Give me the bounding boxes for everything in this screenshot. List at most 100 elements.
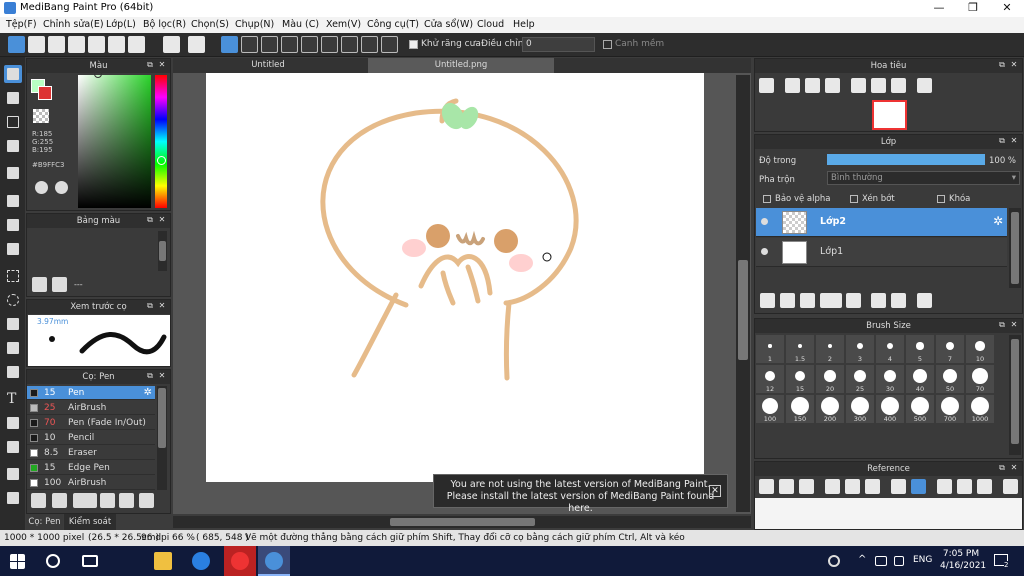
antialias-checkbox[interactable] [409,40,418,49]
float-icon[interactable]: ⧉ [998,321,1006,329]
magic-wand-icon[interactable] [4,315,22,333]
windows-start-icon[interactable] [10,554,25,569]
lock-checkbox[interactable] [937,195,945,203]
snap-checkbox[interactable] [603,40,612,49]
tab-untitled[interactable]: Untitled [173,58,363,73]
palette-scrollbar[interactable] [158,231,167,271]
brush-item[interactable]: 8.5 Eraser [27,446,155,460]
duplicate-layer-icon[interactable] [871,293,886,308]
menu-edit[interactable]: Chỉnh sửa(E) [43,19,104,30]
bucket-tool-icon[interactable] [4,216,22,234]
new-halftone-layer-icon[interactable] [780,293,795,308]
flip-icon[interactable] [917,78,932,93]
float-icon[interactable]: ⧉ [998,137,1006,145]
share-icon[interactable] [28,36,45,53]
brush-size-option[interactable]: 200 [816,395,844,423]
eye-icon[interactable] [761,248,768,255]
grid-icon[interactable] [128,36,145,53]
layer-row[interactable]: Lớp2 ✲ [756,208,1007,237]
brush-size-option[interactable]: 500 [906,395,934,423]
language-indicator[interactable]: ENG [913,555,932,565]
zoom-fit-icon[interactable] [759,78,774,93]
new-layer-icon[interactable] [760,293,775,308]
brush-item[interactable]: 15 Pen ✲ [27,386,155,400]
minimize-button[interactable]: — [922,0,956,17]
brush-size-option[interactable]: 70 [966,365,994,393]
palette-icon[interactable] [35,181,48,194]
brush-size-option[interactable]: 150 [786,395,814,423]
new-brush-icon[interactable] [52,493,67,508]
layer-scrollbar[interactable] [1009,208,1021,288]
brush-size-option[interactable]: 2 [816,335,844,363]
select-pen-icon[interactable] [4,339,22,357]
add-layer-menu-icon[interactable] [820,293,842,308]
brush-item[interactable]: 15 Edge Pen [27,461,155,475]
reset-rotation-icon[interactable] [957,479,972,494]
brush-item[interactable]: 100 AirBrush [27,476,155,490]
brush-size-option[interactable]: 25 [846,365,874,393]
transparent-swatch[interactable] [33,109,49,123]
canvas-vertical-scrollbar[interactable] [736,75,750,512]
opacity-slider[interactable] [827,154,985,165]
saturation-value-picker[interactable] [78,75,151,208]
brush-size-option[interactable]: 5 [906,335,934,363]
float-icon[interactable]: ⧉ [146,372,154,380]
fit-window-icon[interactable] [845,479,860,494]
float-icon[interactable]: ⧉ [998,464,1006,472]
list-icon[interactable] [108,36,125,53]
close-button[interactable]: ✕ [990,0,1024,17]
clock[interactable]: 7:05 PM 4/16/2021 [940,548,986,572]
brush-size-option[interactable]: 12 [756,365,784,393]
flip-icon[interactable] [1003,479,1018,494]
adjust-select[interactable]: 0 [522,37,595,52]
ellipse-snap-icon[interactable] [361,36,378,53]
float-icon[interactable]: ⧉ [146,216,154,224]
radial-snap-icon[interactable] [301,36,318,53]
curve-snap-icon[interactable] [341,36,358,53]
canvas-horizontal-scrollbar[interactable] [173,516,751,528]
hand-tool-icon[interactable] [4,489,22,507]
menu-select[interactable]: Chọn(S) [191,19,229,30]
merge-layer-icon[interactable] [891,293,906,308]
rotate-right-icon[interactable] [977,479,992,494]
cloud-icon[interactable] [759,479,774,494]
hue-cursor[interactable] [157,156,166,165]
close-icon[interactable]: ✕ [709,485,721,497]
color-picker-icon[interactable] [55,181,68,194]
brush-size-option[interactable]: 1.5 [786,335,814,363]
menu-file[interactable]: Tệp(F) [6,19,37,30]
eye-icon[interactable] [761,218,768,225]
brush-size-scrollbar[interactable] [1009,335,1021,455]
rotate-right-icon[interactable] [891,78,906,93]
fit-window-icon[interactable] [805,78,820,93]
rectangle-tool-icon[interactable] [4,113,22,131]
brush-size-option[interactable]: 20 [816,365,844,393]
delete-palette-icon[interactable] [52,277,67,292]
gradient-tool-icon[interactable] [4,240,22,258]
close-icon[interactable]: ✕ [158,302,166,310]
redo-icon[interactable] [188,36,205,53]
delete-layer-icon[interactable] [917,293,932,308]
move-tool-icon[interactable] [4,164,22,182]
close-icon[interactable]: ✕ [1010,61,1018,69]
tab-brush[interactable]: Cọ: Pen [26,514,63,530]
brush-item[interactable]: 70 Pen (Fade In/Out) [27,416,155,430]
folder-icon[interactable] [119,493,134,508]
menu-cloud[interactable]: Cloud [477,19,504,30]
rotate-left-icon[interactable] [937,479,952,494]
layer-folder-icon[interactable] [846,293,861,308]
task-view-icon[interactable] [82,555,98,567]
close-icon[interactable]: ✕ [1010,464,1018,472]
add-brush-icon[interactable] [31,493,46,508]
gear-icon[interactable]: ✲ [993,214,1003,228]
vanishing-snap-icon[interactable] [281,36,298,53]
fill-rect-tool-icon[interactable] [4,192,22,210]
tab-untitled-png[interactable]: Untitled.png [368,58,554,73]
blend-mode-select[interactable]: Bình thường ▾ [827,171,1020,185]
cross-snap-icon[interactable] [261,36,278,53]
gear-icon[interactable]: ✲ [144,386,152,400]
zalo-icon[interactable] [192,552,210,570]
zoom-out-icon[interactable] [865,479,880,494]
hand-icon[interactable] [911,479,926,494]
palette-more[interactable]: --- [74,280,83,289]
